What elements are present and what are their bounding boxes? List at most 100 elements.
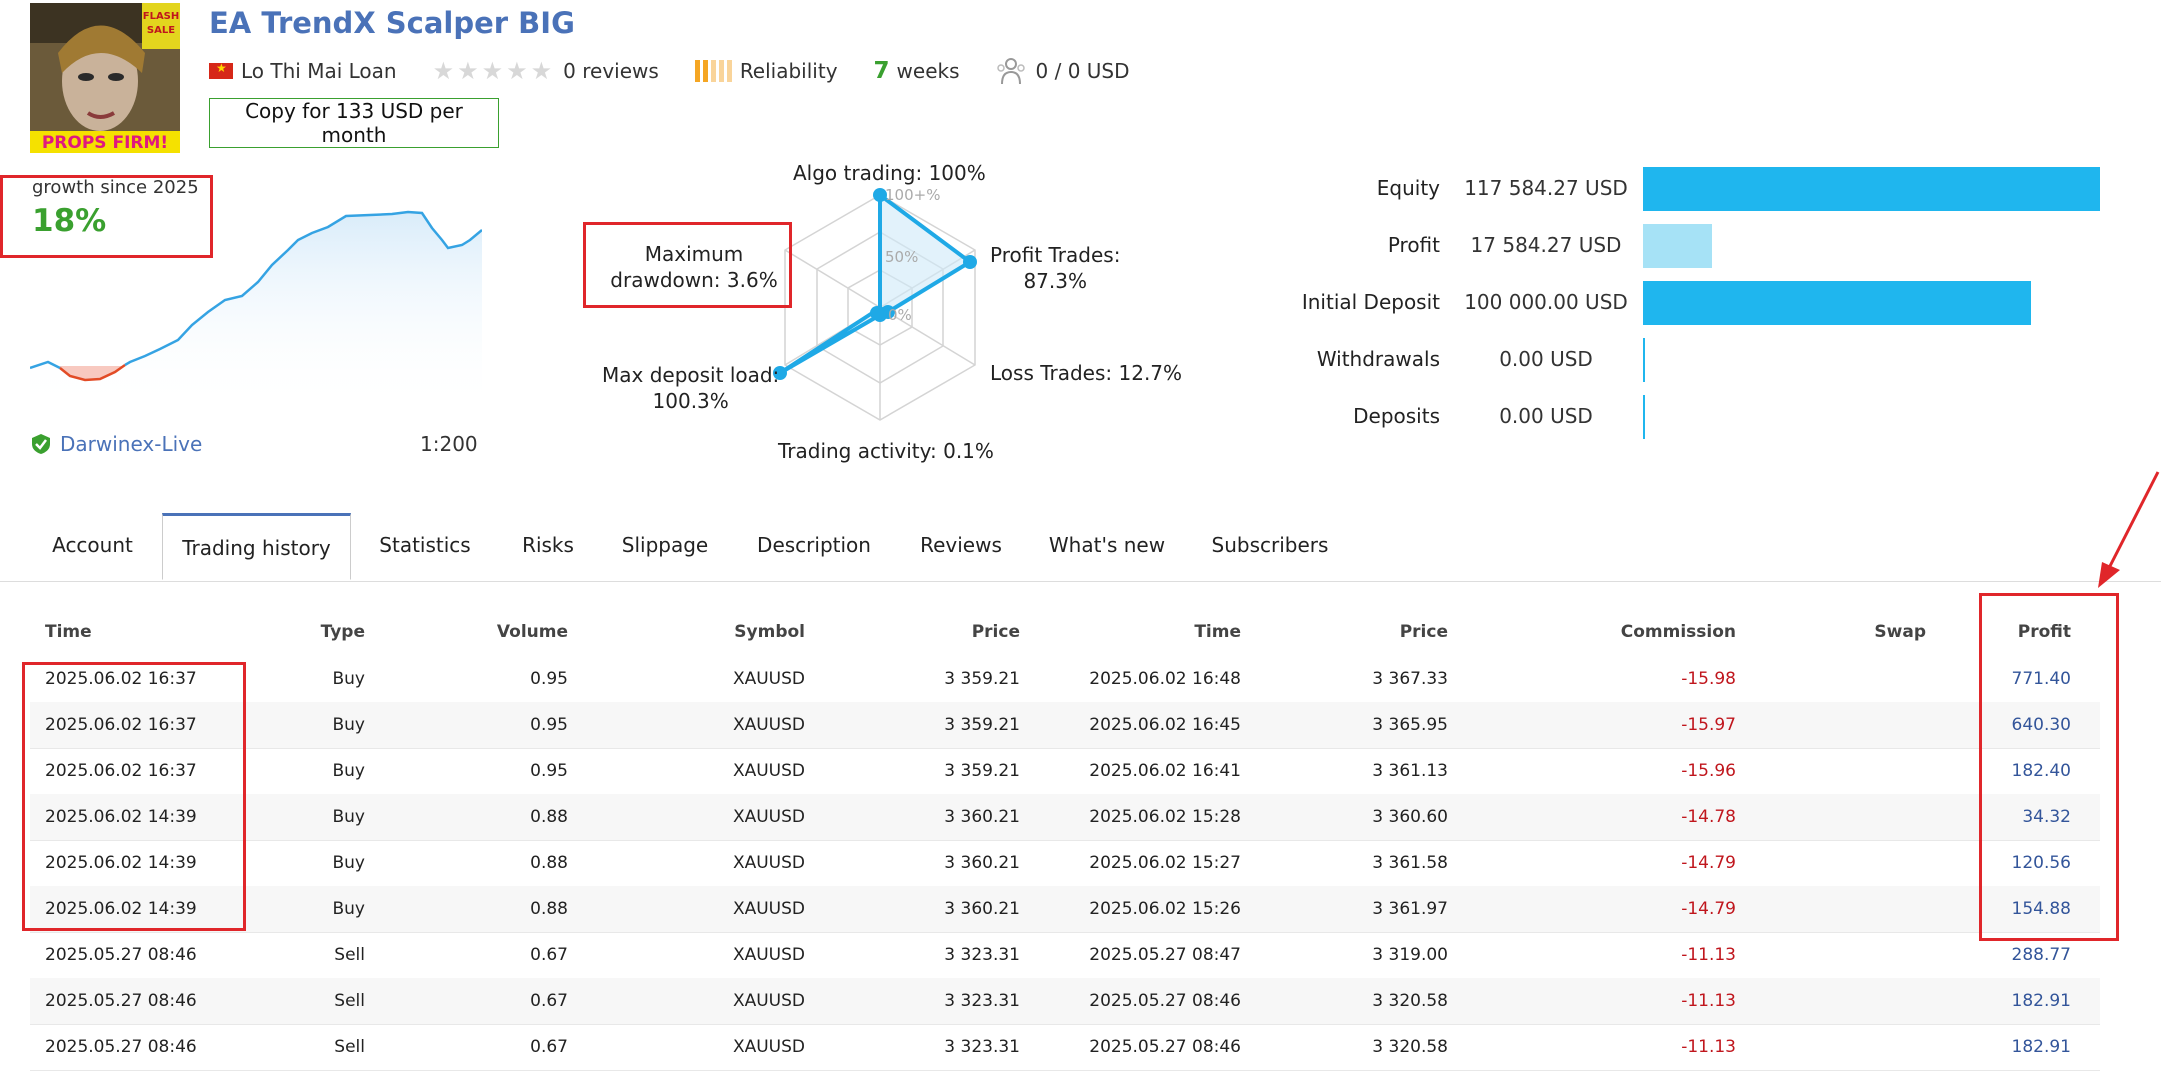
cell-symbol: XAUUSD xyxy=(732,945,805,965)
cell-type: Sell xyxy=(334,1037,365,1057)
vietnam-flag-icon xyxy=(209,61,233,79)
radar-label-profit-trades-title: Profit Trades: xyxy=(990,243,1121,267)
cell-profit: 182.91 xyxy=(2011,991,2071,1011)
header-open-price[interactable]: Price xyxy=(860,610,1020,656)
table-row: 2025.06.02 14:39 Buy 0.88 XAUUSD 3 360.21 202… xyxy=(30,794,2100,841)
tab-account[interactable]: Account xyxy=(30,511,155,579)
cell-volume: 0.95 xyxy=(530,715,568,735)
cell-close-price: 3 361.58 xyxy=(1372,853,1448,873)
radar-label-loss-trades: Loss Trades: 12.7% xyxy=(990,361,1183,385)
growth-label: growth since 2025 xyxy=(32,177,199,198)
cell-close-price: 3 365.95 xyxy=(1372,715,1448,735)
cell-commission: -14.79 xyxy=(1681,853,1736,873)
cell-swap xyxy=(1820,840,1926,886)
balance-bar xyxy=(1643,395,1645,439)
tab-subscribers[interactable]: Subscribers xyxy=(1200,511,1340,579)
header-type[interactable]: Type xyxy=(250,610,365,656)
tab-risks[interactable]: Risks xyxy=(508,511,588,579)
copy-subscription-button[interactable]: Copy for 133 USD per month xyxy=(209,98,499,148)
cell-swap xyxy=(1820,656,1926,702)
table-row: 2025.06.02 14:39 Buy 0.88 XAUUSD 3 360.21 202… xyxy=(30,886,2100,933)
cell-symbol: XAUUSD xyxy=(732,761,805,781)
cell-close-time: 2025.06.02 16:45 xyxy=(1089,715,1241,735)
cell-type: Buy xyxy=(332,761,366,781)
cell-symbol: XAUUSD xyxy=(732,715,805,735)
header-swap[interactable]: Swap xyxy=(1820,610,1926,656)
annotation-box-open-times xyxy=(22,662,246,931)
tab-trading-history[interactable]: Trading history xyxy=(162,513,351,580)
cell-symbol: XAUUSD xyxy=(732,991,805,1011)
broker-link[interactable]: Darwinex-Live xyxy=(30,432,202,456)
cell-swap xyxy=(1820,748,1926,794)
radar-label-drawdown-title: Maximum xyxy=(644,242,744,266)
cell-open-price: 3 360.21 xyxy=(944,807,1020,827)
balance-label: Initial Deposit xyxy=(1301,290,1440,314)
annotation-arrow-icon xyxy=(2098,471,2160,588)
cell-swap xyxy=(1820,1024,1926,1070)
header-close-time[interactable]: Time xyxy=(1063,610,1241,656)
weeks-label: weeks xyxy=(896,59,960,83)
subscribers-value: 0 / 0 USD xyxy=(1035,59,1130,83)
balance-value: 0.00 USD xyxy=(1499,404,1593,428)
weeks-number: 7 xyxy=(873,58,890,84)
cell-swap xyxy=(1820,886,1926,932)
table-row: 2025.06.02 16:37 Buy 0.95 XAUUSD 3 359.21 202… xyxy=(30,656,2100,703)
cell-symbol: XAUUSD xyxy=(732,853,805,873)
product-logo: FLASH SALE PROPS FIRM! xyxy=(30,3,180,153)
subscribers-icon xyxy=(996,57,1026,85)
tab-statistics[interactable]: Statistics xyxy=(362,511,488,579)
cell-type: Buy xyxy=(332,853,366,873)
header-close-price[interactable]: Price xyxy=(1270,610,1448,656)
cell-volume: 0.88 xyxy=(530,899,568,919)
cell-close-price: 3 367.33 xyxy=(1372,669,1448,689)
reviews-count[interactable]: 0 reviews xyxy=(563,59,659,83)
table-row: 2025.06.02 16:37 Buy 0.95 XAUUSD 3 359.21 202… xyxy=(30,748,2100,795)
tab-description[interactable]: Description xyxy=(744,511,884,579)
table-row: 2025.06.02 16:37 Buy 0.95 XAUUSD 3 359.21 202… xyxy=(30,702,2100,749)
cell-type: Buy xyxy=(332,807,366,827)
cell-swap xyxy=(1820,702,1926,748)
cell-type: Sell xyxy=(334,991,365,1011)
rating-stars-icon: ★★★★★ xyxy=(432,57,556,85)
cell-commission: -15.98 xyxy=(1681,669,1736,689)
cell-type: Buy xyxy=(332,715,366,735)
cell-close-price: 3 361.97 xyxy=(1372,899,1448,919)
balance-bar xyxy=(1643,224,1712,268)
header-symbol[interactable]: Symbol xyxy=(670,610,805,656)
cell-volume: 0.67 xyxy=(530,945,568,965)
verified-shield-icon xyxy=(32,434,50,454)
radar-label-profit-trades-value: 87.3% xyxy=(1023,269,1087,293)
author-name[interactable]: Lo Thi Mai Loan xyxy=(241,59,397,83)
reliability-label: Reliability xyxy=(739,59,838,83)
balance-value: 100 000.00 USD xyxy=(1464,290,1628,314)
table-row: 2025.05.27 08:46 Sell 0.67 XAUUSD 3 323.31 20… xyxy=(30,932,2100,979)
tab-reviews[interactable]: Reviews xyxy=(906,511,1016,579)
cell-close-price: 3 360.60 xyxy=(1372,807,1448,827)
cell-swap xyxy=(1820,794,1926,840)
cell-open-price: 3 359.21 xyxy=(944,761,1020,781)
tab-whats-new[interactable]: What's new xyxy=(1036,511,1178,579)
radar-axis-0: 0% xyxy=(888,306,912,324)
radar-label-profit-trades: Profit Trades: 87.3% xyxy=(990,242,1120,294)
cell-open-price: 3 360.21 xyxy=(944,899,1020,919)
radar-label-deposit-load-title: Max deposit load: xyxy=(602,363,780,387)
cell-commission: -15.96 xyxy=(1681,761,1736,781)
cell-commission: -11.13 xyxy=(1681,1037,1736,1057)
cell-open-price: 3 323.31 xyxy=(944,991,1020,1011)
broker-name[interactable]: Darwinex-Live xyxy=(60,432,202,456)
header-volume[interactable]: Volume xyxy=(430,610,568,656)
header-open-time[interactable]: Time xyxy=(45,610,245,656)
tab-slippage[interactable]: Slippage xyxy=(608,511,722,579)
radar-axis-50: 50% xyxy=(885,248,919,266)
table-row: 2025.05.27 08:46 Sell 0.67 XAUUSD 3 323.31 20… xyxy=(30,978,2100,1025)
radar-label-drawdown-value: drawdown: 3.6% xyxy=(610,268,778,292)
cell-symbol: XAUUSD xyxy=(732,807,805,827)
svg-text:FLASH: FLASH xyxy=(143,11,180,22)
annotation-box-profit xyxy=(1979,593,2119,941)
cell-close-price: 3 361.13 xyxy=(1372,761,1448,781)
product-title[interactable]: EA TrendX Scalper BIG xyxy=(209,6,575,40)
cell-close-time: 2025.06.02 15:27 xyxy=(1089,853,1241,873)
leverage-value: 1:200 xyxy=(420,432,478,456)
header-commission[interactable]: Commission xyxy=(1560,610,1736,656)
cell-open-price: 3 360.21 xyxy=(944,853,1020,873)
